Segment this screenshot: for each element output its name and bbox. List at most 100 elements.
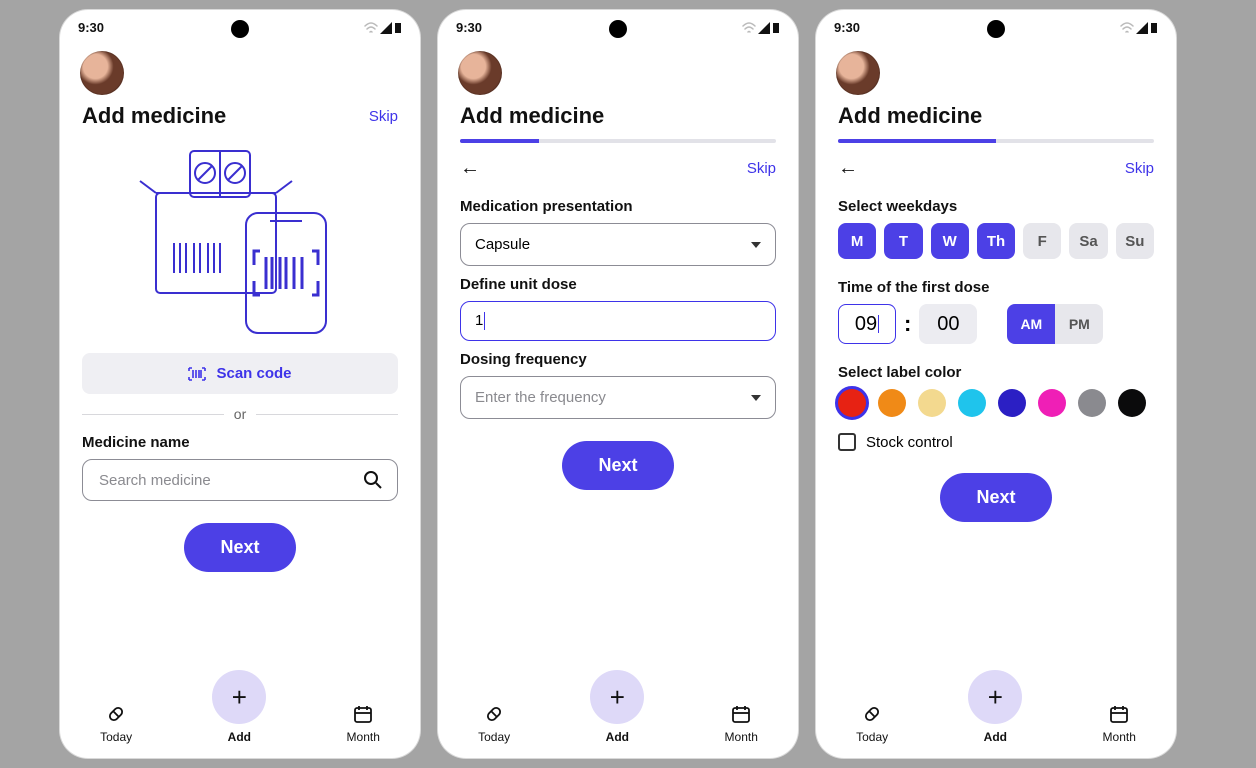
signal-icon	[380, 22, 392, 34]
battery-icon	[1150, 22, 1158, 34]
time-hour-input[interactable]: 09	[838, 304, 896, 344]
pill-icon	[482, 702, 506, 726]
time-hour-value: 09	[855, 313, 877, 336]
back-arrow-icon[interactable]: ←	[460, 157, 480, 180]
color-swatch-3[interactable]	[958, 389, 986, 417]
nav-add-label: Add	[984, 730, 1007, 744]
status-icons	[742, 22, 780, 34]
color-swatch-7[interactable]	[1118, 389, 1146, 417]
pm-segment[interactable]: PM	[1055, 304, 1103, 344]
nav-today[interactable]: Today	[856, 702, 888, 744]
weekday-su[interactable]: Su	[1116, 223, 1154, 259]
next-button[interactable]: Next	[562, 441, 673, 490]
plus-icon: +	[968, 670, 1022, 724]
color-swatch-2[interactable]	[918, 389, 946, 417]
plus-icon: +	[590, 670, 644, 724]
wifi-icon	[364, 22, 378, 34]
page-title: Add medicine	[460, 103, 604, 129]
nav-add[interactable]: + Add	[212, 670, 266, 744]
chevron-down-icon	[751, 242, 761, 248]
camera-notch	[609, 20, 627, 38]
nav-add-label: Add	[228, 730, 251, 744]
battery-icon	[394, 22, 402, 34]
wifi-icon	[742, 22, 756, 34]
skip-link[interactable]: Skip	[369, 108, 398, 125]
unit-dose-input[interactable]: 1	[460, 301, 776, 341]
bottom-nav: Today + Add Month	[438, 660, 798, 758]
presentation-value: Capsule	[475, 236, 530, 253]
chevron-down-icon	[751, 395, 761, 401]
page-title: Add medicine	[82, 103, 226, 129]
medicine-name-label: Medicine name	[82, 434, 398, 451]
nav-add[interactable]: + Add	[590, 670, 644, 744]
nav-month[interactable]: Month	[1103, 702, 1136, 744]
stock-control-row[interactable]: Stock control	[838, 433, 1154, 451]
progress-bar	[460, 139, 776, 143]
weekday-t[interactable]: T	[884, 223, 922, 259]
frequency-placeholder: Enter the frequency	[475, 389, 606, 406]
status-time: 9:30	[834, 20, 860, 35]
nav-today[interactable]: Today	[100, 702, 132, 744]
color-swatch-6[interactable]	[1078, 389, 1106, 417]
time-picker: 09 : 00 AM PM	[838, 304, 1154, 344]
nav-add[interactable]: + Add	[968, 670, 1022, 744]
progress-bar	[838, 139, 1154, 143]
battery-icon	[772, 22, 780, 34]
select-label-color-label: Select label color	[838, 364, 1154, 381]
text-caret	[878, 315, 879, 333]
back-arrow-icon[interactable]: ←	[838, 157, 858, 180]
next-button[interactable]: Next	[940, 473, 1051, 522]
nav-month-label: Month	[1103, 730, 1136, 744]
status-icons	[1120, 22, 1158, 34]
nav-month-label: Month	[347, 730, 380, 744]
medicine-name-input[interactable]	[82, 459, 398, 501]
color-swatch-5[interactable]	[1038, 389, 1066, 417]
pill-icon	[860, 702, 884, 726]
time-minute-input[interactable]: 00	[919, 304, 977, 344]
screen-3-add-medicine-schedule: 9:30 Add medicine ← Skip Select weekdays…	[816, 10, 1176, 758]
skip-link[interactable]: Skip	[1125, 160, 1154, 177]
stock-control-checkbox[interactable]	[838, 433, 856, 451]
first-dose-time-label: Time of the first dose	[838, 279, 1154, 296]
nav-today-label: Today	[856, 730, 888, 744]
avatar[interactable]	[458, 51, 502, 95]
medicine-name-field[interactable]	[97, 471, 363, 490]
weekday-m[interactable]: M	[838, 223, 876, 259]
camera-notch	[987, 20, 1005, 38]
calendar-icon	[1107, 702, 1131, 726]
nav-today[interactable]: Today	[478, 702, 510, 744]
barcode-icon	[188, 367, 206, 381]
next-button[interactable]: Next	[184, 523, 295, 572]
ampm-toggle: AM PM	[1007, 304, 1103, 344]
frequency-select[interactable]: Enter the frequency	[460, 376, 776, 419]
am-segment[interactable]: AM	[1007, 304, 1055, 344]
weekday-sa[interactable]: Sa	[1069, 223, 1107, 259]
scan-illustration	[82, 133, 398, 343]
color-swatch-4[interactable]	[998, 389, 1026, 417]
skip-link[interactable]: Skip	[747, 160, 776, 177]
weekday-w[interactable]: W	[931, 223, 969, 259]
color-swatch-1[interactable]	[878, 389, 906, 417]
text-caret	[484, 312, 485, 330]
nav-month-label: Month	[725, 730, 758, 744]
presentation-select[interactable]: Capsule	[460, 223, 776, 266]
nav-month[interactable]: Month	[725, 702, 758, 744]
avatar[interactable]	[836, 51, 880, 95]
select-weekdays-label: Select weekdays	[838, 198, 1154, 215]
time-colon: :	[904, 311, 911, 337]
wifi-icon	[1120, 22, 1134, 34]
weekday-th[interactable]: Th	[977, 223, 1015, 259]
color-swatch-0[interactable]	[838, 389, 866, 417]
stock-control-label: Stock control	[866, 434, 953, 451]
scan-code-button[interactable]: Scan code	[82, 353, 398, 394]
camera-notch	[231, 20, 249, 38]
nav-month[interactable]: Month	[347, 702, 380, 744]
presentation-label: Medication presentation	[460, 198, 776, 215]
pill-icon	[104, 702, 128, 726]
time-minute-value: 00	[937, 313, 959, 336]
weekday-f[interactable]: F	[1023, 223, 1061, 259]
or-text: or	[234, 406, 246, 422]
status-time: 9:30	[78, 20, 104, 35]
calendar-icon	[351, 702, 375, 726]
avatar[interactable]	[80, 51, 124, 95]
